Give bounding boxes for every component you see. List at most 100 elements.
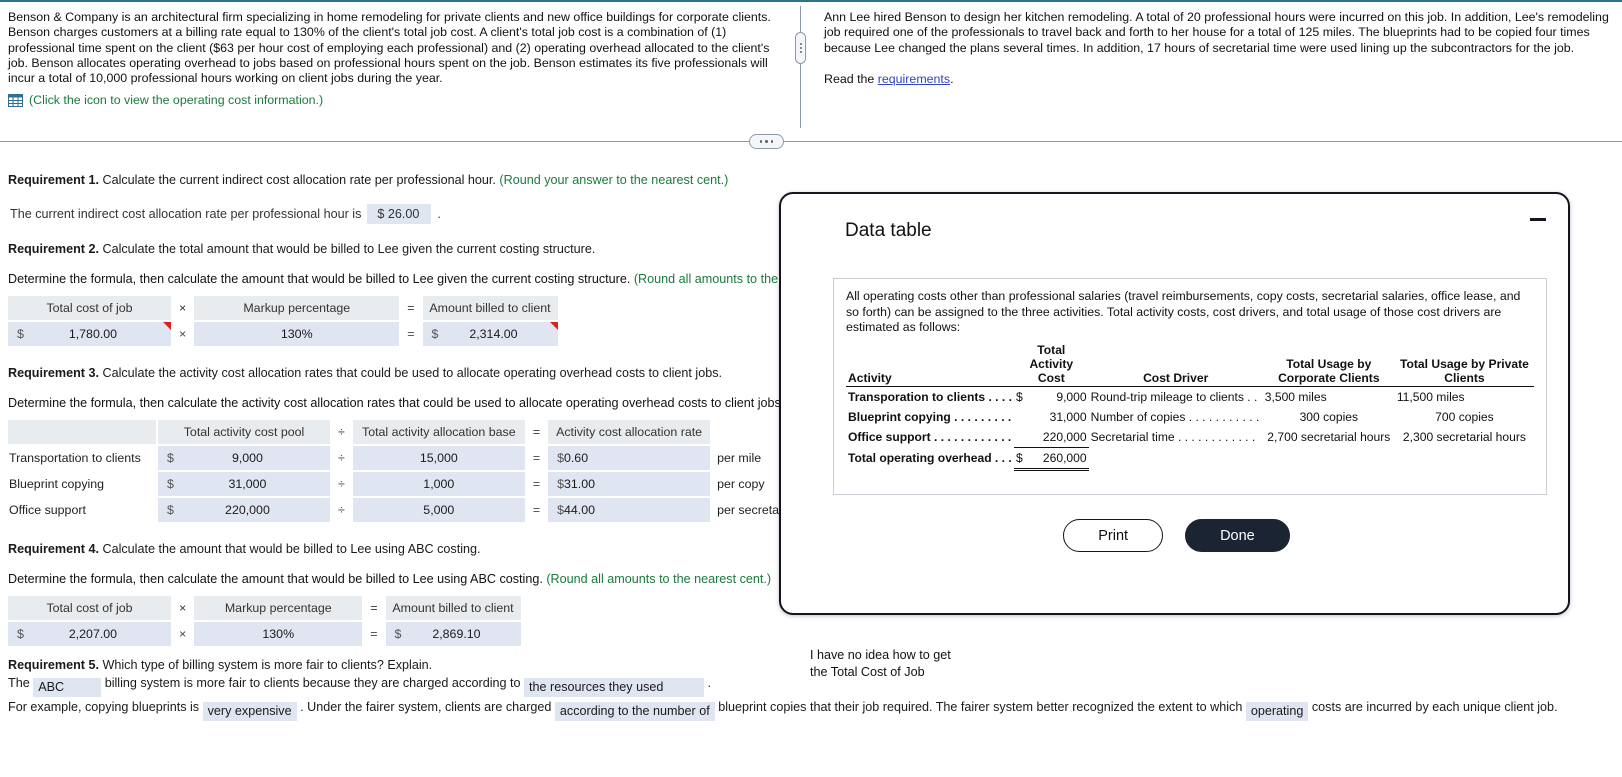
problem-statement-area: Benson & Company is an architectural fir…	[0, 2, 1622, 130]
operating-cost-icon-line[interactable]: (Click the icon to view the operating co…	[8, 93, 786, 107]
requirement-2-sub-text: Determine the formula, then calculate th…	[8, 272, 631, 286]
col-cost-driver-label: Cost Driver	[1143, 370, 1209, 385]
col-amount-billed: Amount billed to client	[385, 596, 521, 620]
col-cost-driver: Cost Driver	[1089, 342, 1263, 387]
col-total-activity-allocation-base: Total activity allocation base	[352, 420, 525, 444]
transportation-rate-input[interactable]: $0.60	[548, 446, 711, 470]
requirement-2-note: (Round all amounts to the	[630, 272, 779, 286]
requirement-1-heading: Requirement 1. Calculate the current ind…	[8, 155, 1622, 187]
col-activity-label: Activity	[848, 370, 892, 385]
table-row: Blueprint copying . . . . . . . . . 31,0…	[846, 407, 1534, 427]
horizontal-splitter-handle[interactable]	[749, 134, 784, 149]
markup-percentage-input[interactable]: 130%	[194, 322, 400, 346]
r5-line1-c: .	[707, 676, 712, 690]
blueprint-rate-value: 31.00	[563, 477, 595, 491]
blueprint-allocation-base-value: 1,000	[423, 477, 455, 491]
requirement-1-answer-suffix: .	[437, 207, 441, 221]
currency-symbol: $	[394, 627, 402, 641]
currency-symbol: $	[167, 477, 174, 491]
currency-symbol: $	[557, 503, 564, 517]
transportation-cost-pool-input[interactable]: $9,000	[158, 446, 330, 470]
empty-cell	[1395, 447, 1534, 469]
private-usage-blueprint: 700 copies	[1435, 409, 1494, 424]
user-annotation: I have no idea how to get the Total Cost…	[810, 647, 951, 681]
col-equals-symbol: =	[407, 301, 415, 315]
currency-symbol: $	[17, 627, 24, 641]
indirect-rate-input[interactable]: $ 26.00	[367, 204, 432, 224]
col-total-cost-of-job: Total cost of job	[8, 296, 171, 320]
blueprint-cost-dropdown[interactable]: very expensive	[202, 702, 297, 721]
cost-blueprint-copying-value: 31,000	[1049, 409, 1087, 424]
private-usage-transportation: 11,500 miles	[1396, 389, 1465, 404]
table-row: Office support . . . . . . . . . . . . 2…	[846, 426, 1534, 448]
table-row: Blueprint copying $31,000 ÷ 1,000 = $31.…	[8, 472, 825, 496]
total-operating-overhead-value-cell: $260,000	[1013, 447, 1089, 471]
read-the-label: Read the	[824, 71, 875, 86]
divide-operator: ÷	[338, 451, 345, 465]
blueprint-cost-pool-input[interactable]: $31,000	[158, 472, 330, 496]
requirement-5-text: Which type of billing system is more fai…	[98, 657, 433, 672]
problem-left-pane: Benson & Company is an architectural fir…	[8, 10, 786, 107]
requirement-3-label: Requirement 3.	[8, 366, 99, 380]
print-button[interactable]: Print	[1063, 519, 1164, 552]
minimize-icon[interactable]	[1530, 218, 1546, 221]
table-header-row: Total activity cost pool ÷ Total activit…	[8, 420, 825, 444]
billing-system-dropdown[interactable]: ABC	[33, 678, 102, 697]
problem-right-pane: Ann Lee hired Benson to design her kitch…	[824, 10, 1614, 87]
col-total-cost-of-job: Total cost of job	[8, 596, 171, 620]
requirement-1-label: Requirement 1.	[8, 173, 99, 187]
office-support-allocation-base-input[interactable]: 5,000	[352, 498, 525, 522]
operating-cost-icon-hint[interactable]: (Click the icon to view the operating co…	[29, 93, 323, 107]
office-support-rate-input[interactable]: $44.00	[548, 498, 711, 522]
table-row: $2,207.00 × 130% = $2,869.10	[8, 622, 521, 646]
abc-amount-billed-input[interactable]: $2,869.10	[385, 622, 521, 646]
requirement-3-formula-table: Total activity cost pool ÷ Total activit…	[6, 418, 827, 524]
charging-basis-dropdown[interactable]: according to the number of	[554, 702, 715, 721]
requirement-5-answer-line-1: The ABC billing system is more fair to c…	[8, 676, 711, 697]
abc-total-cost-of-job-input[interactable]: $2,207.00	[8, 622, 171, 646]
r5-line2-d: costs are incurred by each unique client…	[1311, 700, 1558, 714]
divide-operator: ÷	[338, 503, 345, 517]
col-usage-private-l2: Clients	[1444, 370, 1485, 385]
table-total-row: Total operating overhead . . . $260,000	[846, 447, 1534, 471]
user-annotation-line-2: the Total Cost of Job	[810, 665, 925, 679]
office-support-cost-pool-input[interactable]: $220,000	[158, 498, 330, 522]
cost-type-dropdown[interactable]: operating	[1245, 702, 1309, 721]
transportation-rate-value: 0.60	[563, 451, 589, 465]
vertical-splitter-handle[interactable]	[795, 32, 806, 64]
corporate-usage-office-support: 2,700 secretarial hours	[1267, 430, 1391, 445]
corporate-usage-blueprint: 300 copies	[1299, 409, 1359, 424]
amount-billed-input[interactable]: $2,314.00	[422, 322, 558, 346]
requirements-link[interactable]: requirements	[878, 72, 950, 86]
driver-transportation: Round-trip mileage to clients . .	[1090, 389, 1258, 404]
times-operator: ×	[179, 627, 187, 641]
requirement-4-sub-text: Determine the formula, then calculate th…	[8, 572, 543, 586]
col-usage-private-l1: Total Usage by Private	[1400, 356, 1529, 371]
corporate-usage-transportation: 3,500 miles	[1264, 389, 1327, 404]
dot	[770, 140, 774, 143]
vertical-divider	[800, 6, 801, 128]
transportation-allocation-base-input[interactable]: 15,000	[352, 446, 525, 470]
total-cost-of-job-input[interactable]: $1,780.00	[8, 322, 171, 346]
table-grid-icon[interactable]	[8, 93, 23, 107]
blueprint-rate-input[interactable]: $31.00	[548, 472, 711, 496]
r5-line2-b: . Under the fairer system, clients are c…	[300, 700, 552, 714]
charged-according-to-dropdown[interactable]: the resources they used	[524, 678, 704, 697]
dialog-button-row: Print Done	[781, 519, 1572, 552]
abc-markup-percentage-input[interactable]: 130%	[194, 622, 363, 646]
r5-line2-c: blueprint copies that their job required…	[718, 700, 1243, 714]
cost-transportation: $9,000	[1014, 386, 1089, 407]
col-activity: Activity	[846, 342, 1014, 387]
col-usage-corporate-l2: Corporate Clients	[1278, 370, 1380, 385]
table-header-row: Total cost of job × Markup percentage = …	[8, 296, 558, 320]
dot	[799, 43, 802, 45]
col-usage-corporate-l1: Total Usage by	[1286, 356, 1372, 371]
empty-cell	[1089, 447, 1263, 469]
dot	[799, 47, 802, 49]
currency-symbol: $	[167, 451, 174, 465]
done-button[interactable]: Done	[1185, 519, 1290, 552]
blueprint-allocation-base-input[interactable]: 1,000	[352, 472, 525, 496]
col-total-activity-cost: Total Activity Cost	[1014, 342, 1089, 387]
incorrect-answer-flag-icon	[163, 322, 171, 330]
abc-amount-billed-value: 2,869.10	[432, 627, 481, 641]
